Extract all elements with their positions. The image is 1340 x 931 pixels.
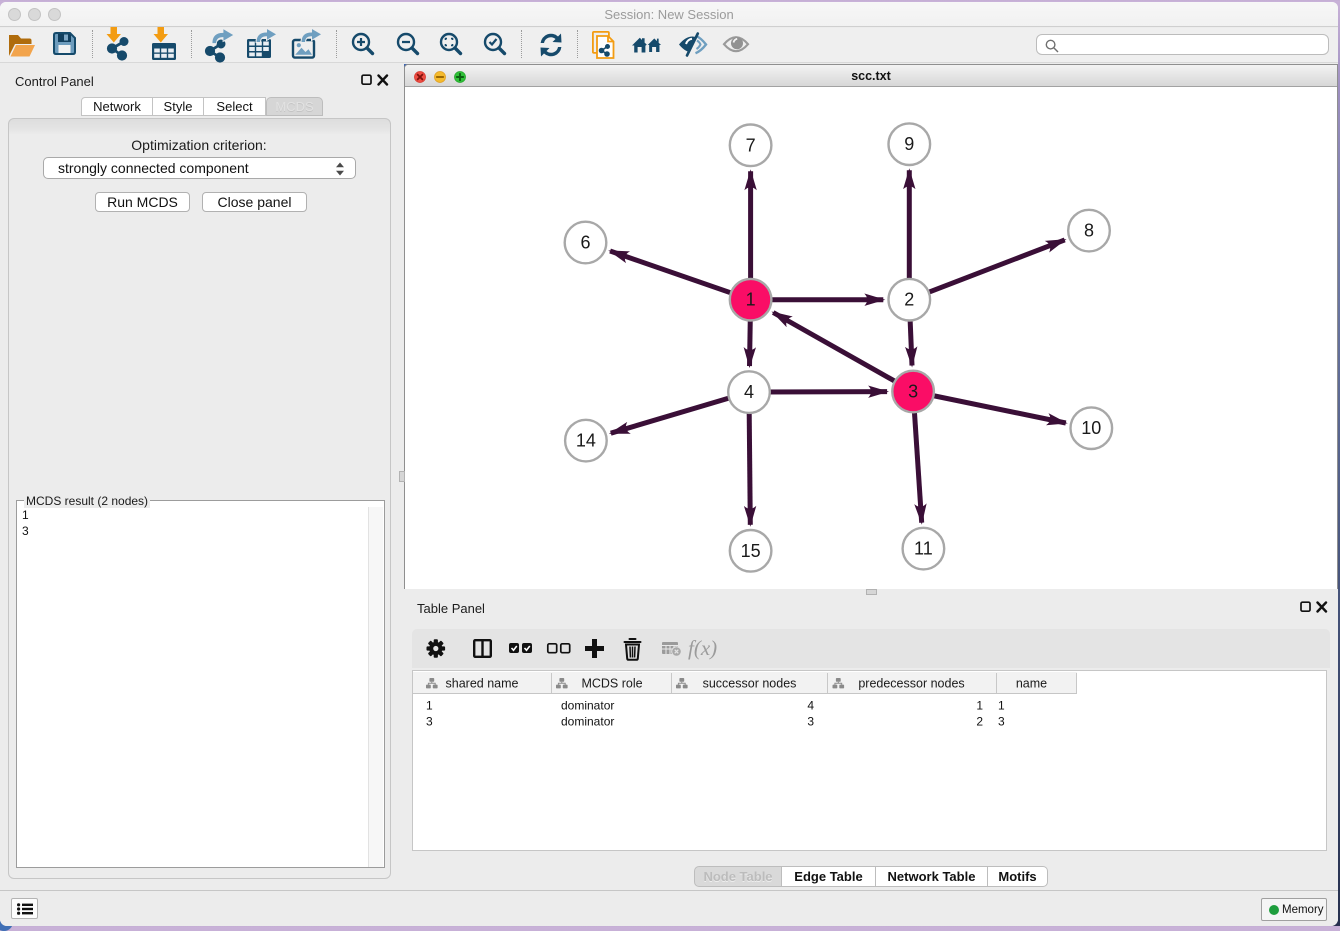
svg-text:name: name [1016, 677, 1047, 691]
svg-text:3: 3 [908, 382, 918, 402]
svg-text:4: 4 [807, 699, 814, 713]
svg-text:1: 1 [976, 699, 983, 713]
svg-text:9: 9 [904, 134, 914, 154]
svg-text:2: 2 [976, 715, 983, 729]
svg-text:15: 15 [741, 541, 761, 561]
svg-text:predecessor nodes: predecessor nodes [858, 677, 964, 691]
svg-text:14: 14 [576, 431, 596, 451]
svg-text:11: 11 [914, 539, 933, 559]
svg-text:successor nodes: successor nodes [703, 677, 797, 691]
svg-text:f(x): f(x) [688, 636, 717, 660]
svg-text:7: 7 [746, 135, 756, 155]
svg-text:1: 1 [998, 699, 1005, 713]
svg-text:2: 2 [904, 290, 914, 310]
svg-text:10: 10 [1081, 418, 1101, 438]
svg-text:dominator: dominator [561, 699, 614, 713]
svg-text:dominator: dominator [561, 715, 614, 729]
svg-text:shared name: shared name [446, 677, 519, 691]
svg-text:8: 8 [1084, 221, 1094, 241]
svg-text:1: 1 [746, 290, 756, 310]
svg-text:3: 3 [998, 715, 1005, 729]
svg-text:6: 6 [580, 233, 590, 253]
svg-text:3: 3 [426, 715, 433, 729]
svg-text:MCDS role: MCDS role [581, 677, 642, 691]
svg-text:1: 1 [426, 699, 433, 713]
svg-text:3: 3 [807, 715, 814, 729]
svg-text:4: 4 [744, 382, 754, 402]
